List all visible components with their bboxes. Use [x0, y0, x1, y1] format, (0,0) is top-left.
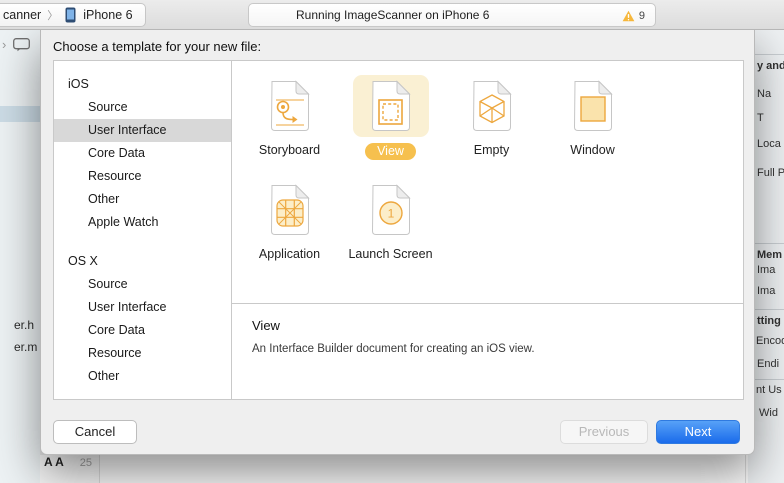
sidebar-item-ios-user-interface[interactable]: User Interface [54, 119, 231, 142]
warning-icon [622, 10, 635, 22]
sidebar-item-osx-source[interactable]: Source [54, 273, 231, 296]
comment-bubble-icon [13, 38, 30, 52]
sidebar-item-osx-other[interactable]: Other [54, 365, 231, 388]
launch-screen-doc-icon: 1 [371, 184, 411, 235]
destination-label: iPhone 6 [83, 8, 133, 22]
description-text: An Interface Builder document for creati… [252, 343, 535, 355]
template-cell-application[interactable]: Application [239, 179, 340, 267]
navigator-selected-row[interactable] [0, 106, 40, 122]
inspector-label-fragment: y and [757, 60, 784, 72]
inspector-label-fragment: Ima [757, 285, 776, 297]
navigator-file-item[interactable]: er.m [14, 340, 37, 354]
sidebar-item-ios-core-data[interactable]: Core Data [54, 142, 231, 165]
sidebar-item-ios-apple-watch[interactable]: Apple Watch [54, 211, 231, 234]
inspector-label-fragment: Loca [757, 138, 781, 150]
inspector-label-fragment: T [757, 112, 764, 124]
scheme-name-fragment: canner [3, 8, 42, 22]
next-button[interactable]: Next [656, 420, 740, 444]
inspector-label-fragment: tting [757, 315, 781, 327]
template-label: Window [570, 143, 615, 157]
storyboard-doc-icon [270, 80, 310, 131]
cancel-button[interactable]: Cancel [53, 420, 137, 444]
template-label: Application [258, 247, 321, 261]
template-cell-empty[interactable]: Empty [441, 75, 542, 163]
inspector-label-fragment: Wid [759, 407, 778, 419]
template-category-sidebar: iOS Source User Interface Core Data Reso… [54, 61, 232, 399]
iphone-device-icon [64, 7, 77, 23]
chevron-right-icon: 〉 [47, 10, 59, 22]
sidebar-item-osx-resource[interactable]: Resource [54, 342, 231, 365]
jumpbar-chevron-icon: › [2, 37, 7, 52]
new-file-template-dialog: Choose a template for your new file: iOS… [40, 30, 755, 455]
editor-divider [745, 455, 746, 483]
previous-button[interactable]: Previous [560, 420, 648, 444]
template-cell-storyboard[interactable]: Storyboard [239, 75, 340, 163]
inspector-label-fragment: Encod [756, 335, 784, 347]
activity-status-text: Running ImageScanner on iPhone 6 [296, 8, 490, 22]
scheme-selector[interactable]: canner 〉 iPhone 6 [0, 3, 146, 27]
view-doc-icon [371, 80, 411, 131]
inspector-divider [755, 309, 784, 310]
editor-gutter: A A 25 [40, 455, 100, 483]
editor-area-edge: A A 25 [40, 455, 748, 483]
launch-screen-number: 1 [387, 207, 394, 221]
inspector-divider [755, 243, 784, 244]
empty-cube-doc-icon [472, 80, 512, 131]
template-grid: Storyboard View Empty Window Application… [232, 61, 743, 303]
dialog-title: Choose a template for your new file: [53, 39, 262, 54]
inspector-label-fragment: Mem [757, 249, 783, 261]
inspector-divider [755, 379, 784, 380]
warning-count: 9 [638, 10, 645, 22]
line-number: 25 [79, 457, 92, 469]
navigator-panel-edge: › er.h er.m [0, 30, 40, 483]
window-doc-icon [573, 80, 613, 131]
template-cell-window[interactable]: Window [542, 75, 643, 163]
template-description-pane: View An Interface Builder document for c… [232, 303, 743, 399]
inspector-label-fragment: Full P [757, 167, 784, 179]
sidebar-item-osx-core-data[interactable]: Core Data [54, 319, 231, 342]
template-cell-view[interactable]: View [340, 75, 441, 163]
template-cell-launch-screen[interactable]: 1 Launch Screen [340, 179, 441, 267]
editor-fold-ribbon-text: A A [44, 455, 64, 469]
description-title: View [252, 318, 280, 333]
template-grid-column: Storyboard View Empty Window Application… [232, 61, 743, 399]
sidebar-item-ios-resource[interactable]: Resource [54, 165, 231, 188]
issues-badge[interactable]: 9 [622, 4, 645, 28]
inspector-label-fragment: Na [757, 88, 772, 100]
navigator-file-item[interactable]: er.h [14, 318, 34, 332]
sidebar-section-ios: iOS [68, 77, 89, 91]
application-doc-icon [270, 184, 310, 235]
toolbar: canner 〉 iPhone 6 Running ImageScanner o… [0, 0, 784, 30]
sidebar-item-ios-other[interactable]: Other [54, 188, 231, 211]
inspector-label-fragment: nt Us [756, 384, 782, 396]
inspector-label-fragment: Ima [757, 264, 776, 276]
activity-view: Running ImageScanner on iPhone 6 9 [248, 3, 656, 27]
sidebar-item-ios-source[interactable]: Source [54, 96, 231, 119]
inspector-divider [755, 54, 784, 55]
template-label: Empty [473, 143, 510, 157]
template-label: Launch Screen [348, 247, 433, 261]
template-label: View [365, 143, 416, 160]
template-label: Storyboard [258, 143, 321, 157]
sidebar-section-osx: OS X [68, 254, 98, 268]
inspector-label-fragment: Endi [757, 358, 780, 370]
template-chooser-panel: iOS Source User Interface Core Data Reso… [53, 60, 744, 400]
sidebar-item-osx-user-interface[interactable]: User Interface [54, 296, 231, 319]
